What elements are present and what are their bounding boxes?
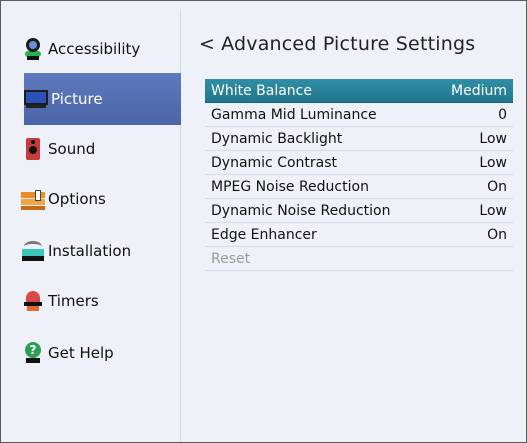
setting-value: Low [479, 154, 507, 171]
page-title: < Advanced Picture Settings [199, 33, 475, 55]
setting-label: Dynamic Noise Reduction [211, 202, 391, 219]
setting-label: White Balance [211, 82, 312, 99]
picture-icon [24, 87, 48, 111]
setting-label: Reset [211, 250, 251, 267]
sidebar-item-label: Get Help [48, 344, 114, 362]
setting-row-dynamic-contrast[interactable]: Dynamic Contrast Low [205, 151, 513, 175]
back-chevron-icon[interactable]: < [199, 33, 215, 55]
sidebar-item-label: Accessibility [48, 40, 141, 58]
sidebar-item-sound[interactable]: Sound [21, 123, 181, 175]
options-icon [21, 187, 45, 211]
sidebar-item-accessibility[interactable]: Accessibility [21, 23, 181, 75]
page-title-text: Advanced Picture Settings [221, 33, 476, 55]
setting-label: Edge Enhancer [211, 226, 317, 243]
setting-value: Low [479, 130, 507, 147]
setting-value: Medium [451, 82, 507, 99]
installation-icon [21, 239, 45, 263]
setting-value: On [487, 226, 507, 243]
sidebar-item-label: Installation [48, 242, 132, 260]
setting-row-white-balance[interactable]: White Balance Medium [205, 79, 513, 103]
timers-icon [21, 289, 45, 313]
accessibility-icon [21, 37, 45, 61]
setting-row-dynamic-noise-reduction[interactable]: Dynamic Noise Reduction Low [205, 199, 513, 223]
setting-row-reset[interactable]: Reset [205, 247, 513, 271]
sidebar-item-label: Options [48, 190, 106, 208]
setting-label: MPEG Noise Reduction [211, 178, 369, 195]
setting-value: 0 [498, 106, 507, 123]
sidebar-item-options[interactable]: Options [21, 173, 181, 225]
sidebar-item-timers[interactable]: Timers [21, 275, 181, 327]
sidebar-item-picture[interactable]: Picture [24, 73, 188, 125]
tv-menu-window: Accessibility Picture Sound Options Inst [0, 0, 527, 443]
setting-row-edge-enhancer[interactable]: Edge Enhancer On [205, 223, 513, 247]
setting-row-mpeg-noise-reduction[interactable]: MPEG Noise Reduction On [205, 175, 513, 199]
setting-label: Gamma Mid Luminance [211, 106, 377, 123]
setting-row-gamma-mid-luminance[interactable]: Gamma Mid Luminance 0 [205, 103, 513, 127]
sidebar-item-label: Picture [51, 90, 103, 108]
setting-row-dynamic-backlight[interactable]: Dynamic Backlight Low [205, 127, 513, 151]
setting-value: On [487, 178, 507, 195]
get-help-icon: ? [21, 341, 45, 365]
setting-label: Dynamic Contrast [211, 154, 338, 171]
main-panel: < Advanced Picture Settings White Balance… [181, 9, 526, 442]
sidebar-item-label: Sound [48, 140, 96, 158]
sidebar-item-get-help[interactable]: ? Get Help [21, 327, 181, 379]
sound-icon [21, 137, 45, 161]
sidebar-item-label: Timers [48, 292, 99, 310]
sidebar-menu: Accessibility Picture Sound Options Inst [9, 9, 188, 442]
sidebar-item-installation[interactable]: Installation [21, 225, 181, 277]
setting-label: Dynamic Backlight [211, 130, 343, 147]
setting-value: Low [479, 202, 507, 219]
settings-list: White Balance Medium Gamma Mid Luminance… [205, 79, 513, 271]
